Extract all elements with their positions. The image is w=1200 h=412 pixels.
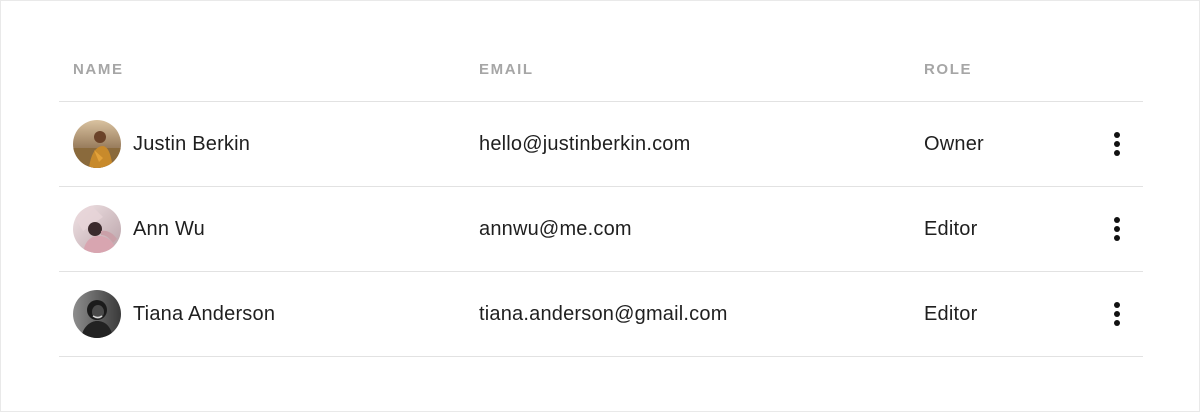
- more-vertical-icon[interactable]: [1105, 132, 1129, 156]
- menu-dot: [1114, 217, 1120, 223]
- table-row: Tiana Anderson tiana.anderson@gmail.com …: [59, 272, 1143, 357]
- avatar: [73, 290, 121, 338]
- name-cell: Justin Berkin: [73, 102, 250, 186]
- user-name: Ann Wu: [133, 217, 205, 240]
- email-cell: annwu@me.com: [479, 217, 632, 240]
- menu-dot: [1114, 311, 1120, 317]
- avatar: [73, 120, 121, 168]
- table-row: Justin Berkin hello@justinberkin.com Own…: [59, 102, 1143, 187]
- menu-dot: [1114, 141, 1120, 147]
- table-row: Ann Wu annwu@me.com Editor: [59, 187, 1143, 272]
- avatar: [73, 205, 121, 253]
- user-name: Tiana Anderson: [133, 302, 276, 325]
- role-cell: Editor: [924, 217, 978, 240]
- menu-dot: [1114, 320, 1120, 326]
- menu-dot: [1114, 235, 1120, 241]
- column-header-role: ROLE: [924, 61, 973, 78]
- menu-dot: [1114, 226, 1120, 232]
- more-vertical-icon[interactable]: [1105, 302, 1129, 326]
- role-cell: Owner: [924, 132, 984, 155]
- email-cell: hello@justinberkin.com: [479, 132, 691, 155]
- users-table: NAME EMAIL ROLE Justin Berkin hello@just…: [59, 31, 1143, 357]
- menu-dot: [1114, 150, 1120, 156]
- email-cell: tiana.anderson@gmail.com: [479, 302, 728, 325]
- name-cell: Tiana Anderson: [73, 272, 275, 356]
- column-header-name: NAME: [73, 61, 124, 78]
- column-header-email: EMAIL: [479, 61, 534, 78]
- table-header: NAME EMAIL ROLE: [59, 31, 1143, 102]
- user-name: Justin Berkin: [133, 132, 251, 155]
- name-cell: Ann Wu: [73, 187, 205, 271]
- role-cell: Editor: [924, 302, 978, 325]
- menu-dot: [1114, 132, 1120, 138]
- menu-dot: [1114, 302, 1120, 308]
- users-table-card: NAME EMAIL ROLE Justin Berkin hello@just…: [0, 0, 1200, 412]
- more-vertical-icon[interactable]: [1105, 217, 1129, 241]
